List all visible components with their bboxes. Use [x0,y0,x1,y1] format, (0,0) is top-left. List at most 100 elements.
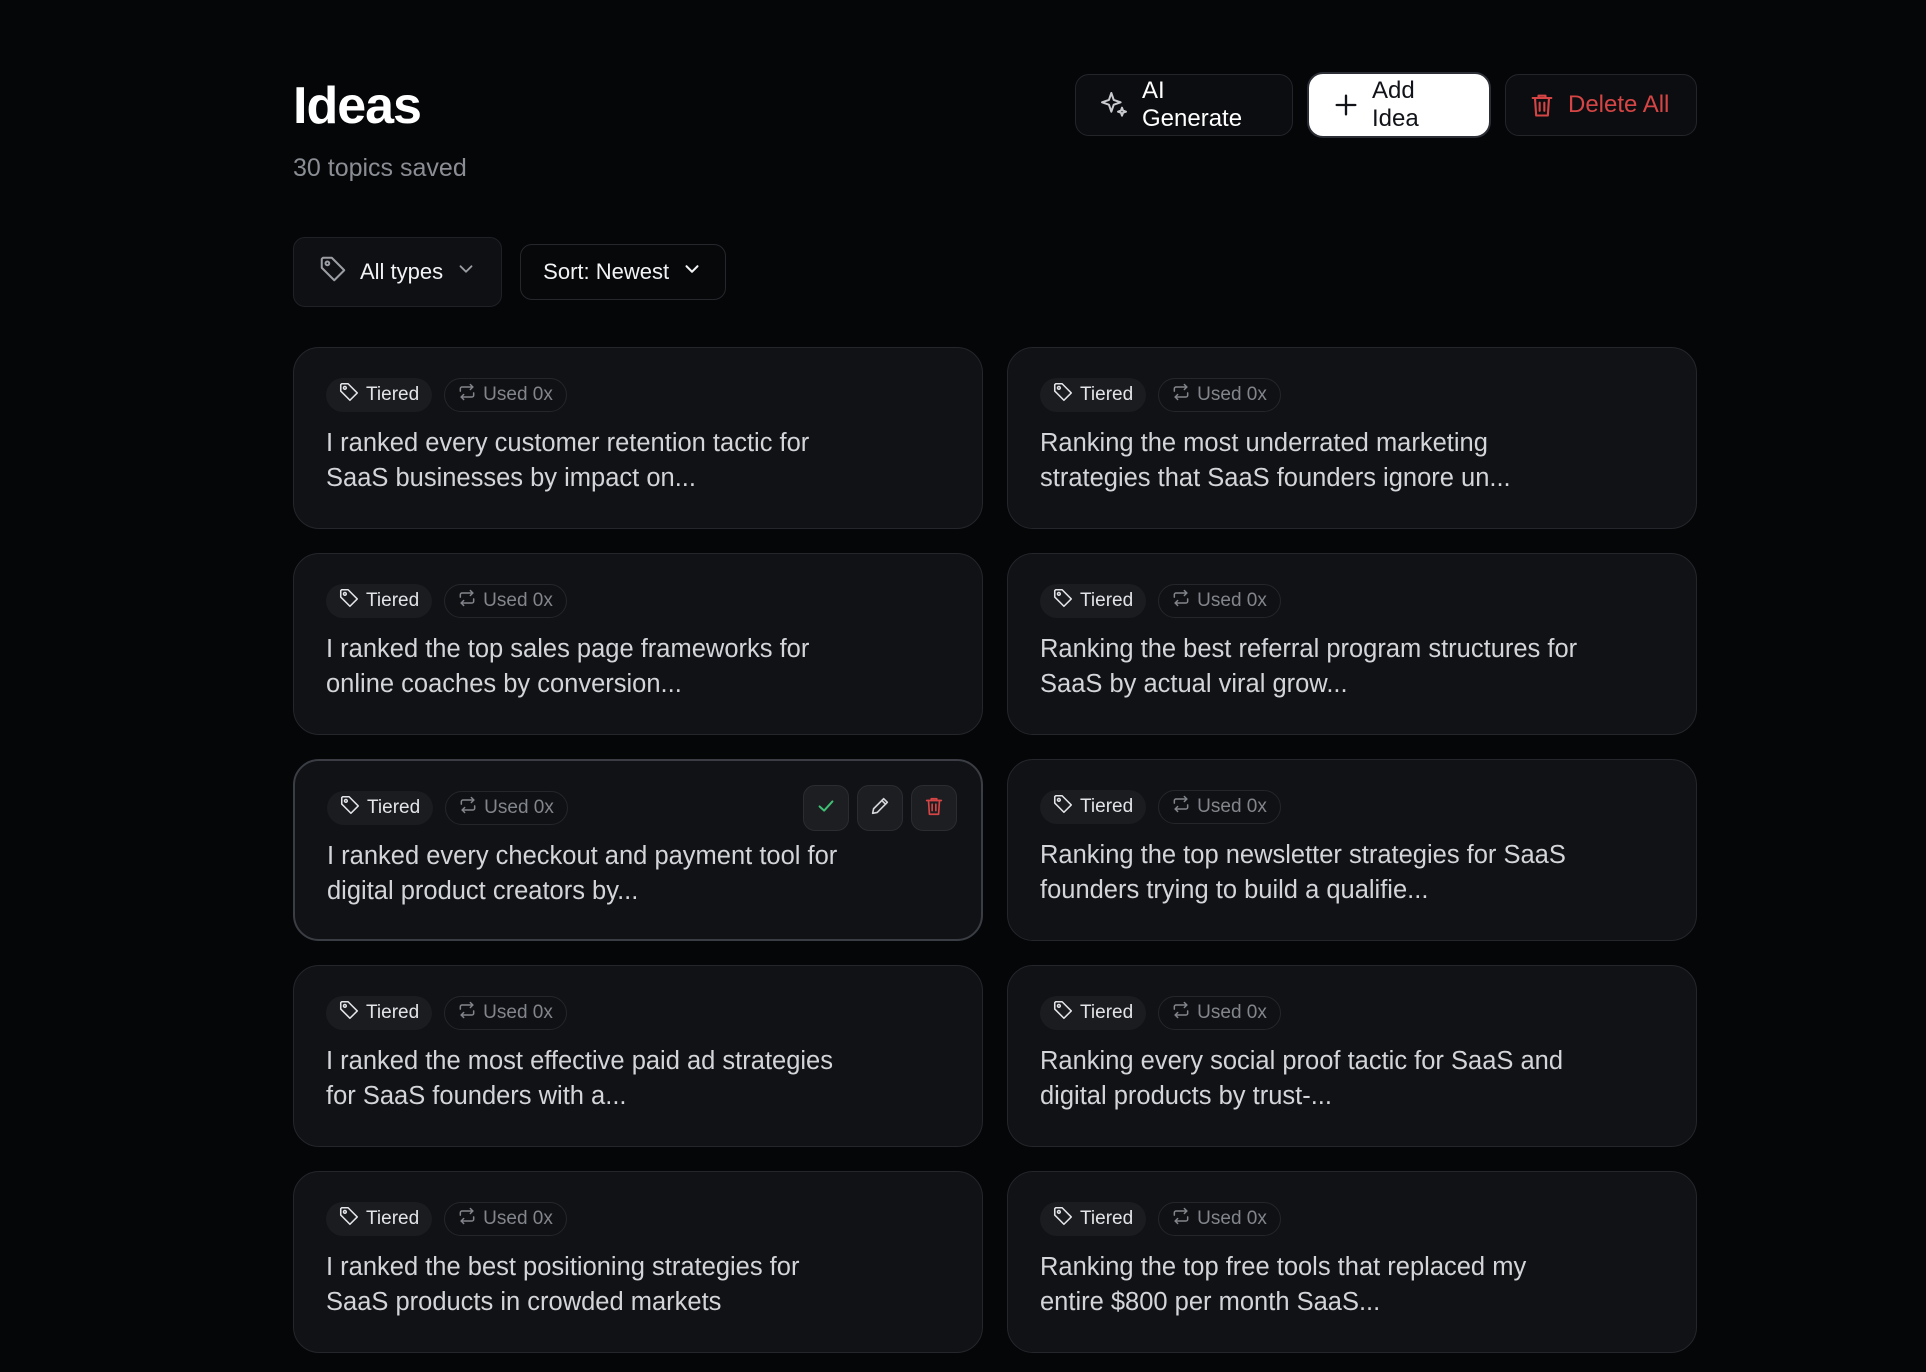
ai-generate-label: AI Generate [1142,77,1243,132]
idea-text: Ranking the top newsletter strategies fo… [1040,841,1566,904]
type-filter-dropdown[interactable]: All types [293,237,503,307]
add-idea-button[interactable]: Add Idea [1309,74,1489,136]
idea-used-badge: Used 0x [1158,584,1281,618]
idea-type-label: Tiered [366,1208,420,1229]
page-header: Ideas 30 topics saved AI Generate Add Id… [293,74,1697,194]
sparkle-icon [1098,89,1130,121]
idea-card[interactable]: Tiered Used 0x Ranking the top newslette… [1007,759,1697,941]
ideas-grid: Tiered Used 0x I ranked every customer r… [293,347,1697,1353]
idea-type-label: Tiered [366,384,420,405]
chevron-down-icon [455,258,477,286]
idea-card[interactable]: Tiered Used 0x I ranked every checkout a… [293,759,983,941]
filter-bar: All types Sort: Newest [293,237,727,307]
idea-type-badge: Tiered [1040,584,1147,618]
edit-button[interactable] [857,785,903,831]
repeat-icon [1171,1206,1191,1232]
idea-type-badge: Tiered [326,584,433,618]
idea-used-label: Used 0x [483,1208,553,1229]
idea-used-badge: Used 0x [1158,996,1281,1030]
delete-button[interactable] [911,785,957,831]
idea-card[interactable]: Tiered Used 0x Ranking every social proo… [1007,965,1697,1147]
tag-icon [338,381,360,409]
header-actions: AI Generate Add Idea Delete All [1075,74,1697,136]
idea-used-badge: Used 0x [1158,790,1281,824]
idea-type-label: Tiered [366,590,420,611]
idea-type-label: Tiered [367,797,421,818]
idea-used-badge: Used 0x [1158,1202,1281,1236]
idea-type-badge: Tiered [327,791,434,825]
sort-label: Sort: Newest [543,259,670,284]
confirm-button[interactable] [803,785,849,831]
idea-used-label: Used 0x [1197,796,1267,817]
idea-card[interactable]: Tiered Used 0x Ranking the most underrat… [1007,347,1697,529]
tag-icon [1052,587,1074,615]
idea-card[interactable]: Tiered Used 0x Ranking the best referral… [1007,553,1697,735]
ideas-page: Ideas 30 topics saved AI Generate Add Id… [0,0,1926,1372]
idea-text: Ranking every social proof tactic for Sa… [1040,1047,1564,1110]
idea-badges: Tiered Used 0x [1040,1202,1664,1236]
idea-text: I ranked the best positioning strategies… [326,1253,800,1316]
idea-badges: Tiered Used 0x [1040,584,1664,618]
idea-used-badge: Used 0x [444,584,567,618]
idea-badges: Tiered Used 0x [326,996,950,1030]
idea-badges: Tiered Used 0x [1040,996,1664,1030]
idea-type-badge: Tiered [326,996,433,1030]
repeat-icon [1171,1000,1191,1026]
idea-badges: Tiered Used 0x [1040,790,1664,824]
idea-used-badge: Used 0x [445,791,568,825]
idea-type-label: Tiered [366,1002,420,1023]
tag-icon [338,1205,360,1233]
repeat-icon [458,795,478,821]
tag-icon [1052,793,1074,821]
idea-card[interactable]: Tiered Used 0x I ranked the best positio… [293,1171,983,1353]
idea-type-label: Tiered [1080,590,1134,611]
idea-used-label: Used 0x [484,797,554,818]
idea-card[interactable]: Tiered Used 0x I ranked the top sales pa… [293,553,983,735]
idea-type-badge: Tiered [1040,1202,1147,1236]
idea-text: I ranked the top sales page frameworks f… [326,635,810,698]
repeat-icon [457,588,477,614]
idea-type-label: Tiered [1080,796,1134,817]
idea-used-badge: Used 0x [1158,378,1281,412]
idea-text: I ranked the most effective paid ad stra… [326,1047,833,1110]
trash-icon [1528,91,1556,119]
sort-dropdown[interactable]: Sort: Newest [520,244,727,300]
delete-all-label: Delete All [1568,91,1670,118]
idea-type-badge: Tiered [326,378,433,412]
idea-text: Ranking the best referral program struct… [1040,635,1578,698]
idea-type-label: Tiered [1080,1002,1134,1023]
tag-icon [338,999,360,1027]
idea-used-label: Used 0x [1197,1208,1267,1229]
idea-card[interactable]: Tiered Used 0x I ranked the most effecti… [293,965,983,1147]
idea-card[interactable]: Tiered Used 0x I ranked every customer r… [293,347,983,529]
repeat-icon [1171,794,1191,820]
trash-icon [923,795,945,822]
idea-used-label: Used 0x [1197,590,1267,611]
plus-icon [1332,91,1360,119]
idea-text: I ranked every customer retention tactic… [326,429,810,492]
repeat-icon [457,382,477,408]
delete-all-button[interactable]: Delete All [1505,74,1697,136]
idea-used-badge: Used 0x [444,1202,567,1236]
repeat-icon [457,1206,477,1232]
idea-badges: Tiered Used 0x [326,584,950,618]
page-title: Ideas [293,77,422,135]
idea-used-label: Used 0x [483,1002,553,1023]
add-idea-label: Add Idea [1372,77,1419,132]
tag-icon [338,587,360,615]
idea-card[interactable]: Tiered Used 0x Ranking the top free tool… [1007,1171,1697,1353]
repeat-icon [1171,588,1191,614]
tag-icon [1052,381,1074,409]
check-icon [815,795,837,822]
idea-type-badge: Tiered [1040,378,1147,412]
tag-icon [1052,999,1074,1027]
ai-generate-button[interactable]: AI Generate [1075,74,1293,136]
idea-card-actions [803,785,957,831]
idea-badges: Tiered Used 0x [326,378,950,412]
tag-icon [1052,1205,1074,1233]
idea-type-badge: Tiered [326,1202,433,1236]
idea-type-badge: Tiered [1040,996,1147,1030]
tag-icon [339,794,361,822]
chevron-down-icon [681,258,703,286]
idea-type-badge: Tiered [1040,790,1147,824]
